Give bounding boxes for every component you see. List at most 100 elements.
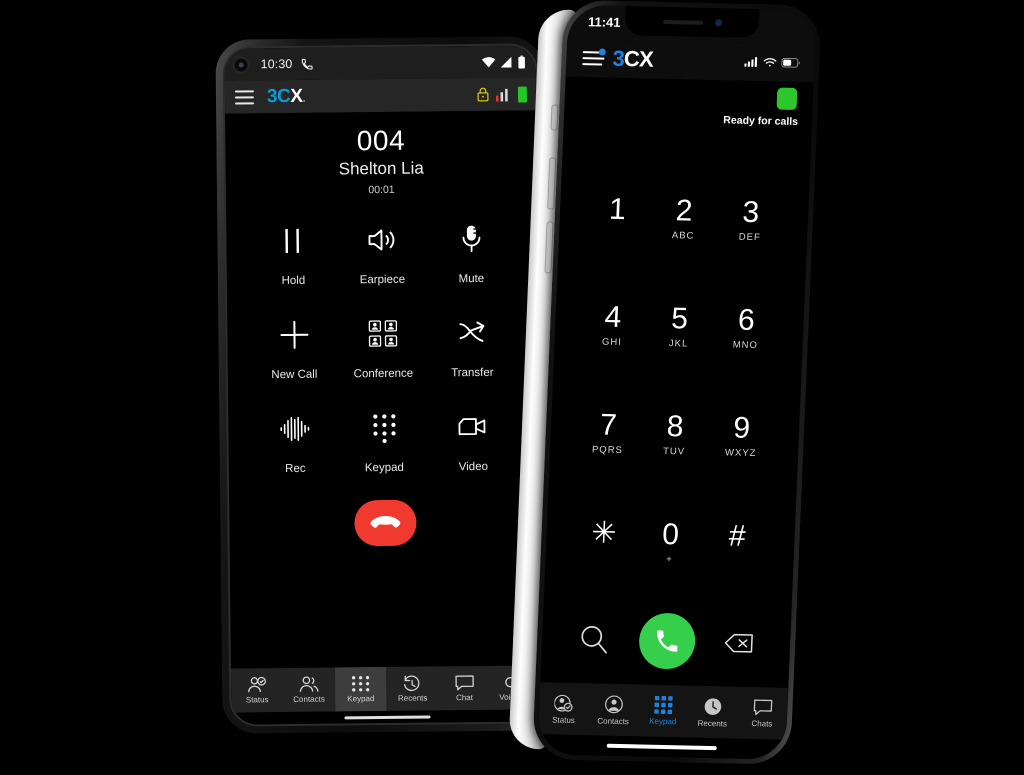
android-phone-device: 10:30 3CX. 004 Shelton Lia 00:01 Hold Ea… [215, 36, 551, 734]
dialpad-key-5[interactable]: 5 JKL [644, 273, 715, 382]
iphone-status-bar: 11:41 [567, 4, 817, 45]
dialpad-key-8[interactable]: 8 TUV [639, 381, 710, 490]
tab-label: Status [552, 714, 576, 725]
tab-contacts[interactable]: Contacts [283, 668, 335, 713]
key-digit: 6 [737, 303, 756, 338]
tab-recents[interactable]: Recents [386, 666, 438, 711]
tab-chat[interactable]: Chat [438, 666, 490, 711]
dialpad-key-0[interactable]: 0 + [635, 488, 706, 597]
key-letters: MNO [732, 339, 759, 352]
tab-status[interactable]: Status [231, 668, 283, 713]
iphone-action-row [540, 594, 792, 688]
waveform-record-icon [279, 409, 311, 449]
tab-label: Chat [455, 693, 473, 703]
tab-label: Recents [697, 718, 728, 728]
logo-blue-part: 3C [266, 85, 291, 108]
notch-dynamic-island [624, 6, 760, 39]
call-button[interactable] [637, 612, 697, 670]
call-header: 004 Shelton Lia 00:01 [225, 110, 537, 198]
key-letters: DEF [738, 231, 762, 244]
hamburger-menu-icon[interactable] [234, 89, 255, 105]
android-screen: 10:30 3CX. 004 Shelton Lia 00:01 Hold Ea… [222, 43, 545, 727]
3cx-logo: 3CX. [266, 85, 306, 108]
hamburger-menu-icon[interactable] [582, 48, 606, 66]
call-duration: 00:01 [368, 184, 395, 197]
control-hold[interactable]: Hold [248, 221, 338, 288]
tab-keypad[interactable]: Keypad [638, 695, 689, 726]
cellular-signal-icon [500, 56, 513, 68]
cellular-signal-icon [744, 57, 758, 67]
pause-icon [280, 221, 306, 261]
iphone-status-time: 11:41 [587, 14, 621, 30]
call-contact-name: Shelton Lia [338, 158, 424, 179]
control-label: Mute [458, 273, 485, 286]
iphone-body: 11:41 3CX Ready for calls 1 2 ABC 3 DEF … [532, 0, 822, 765]
tab-label: Status [245, 695, 269, 705]
dialpad-icon [371, 408, 397, 448]
control-keypad[interactable]: Keypad [339, 408, 429, 475]
tab-recents[interactable]: Recents [687, 696, 738, 728]
status-badge[interactable] [776, 87, 798, 110]
key-letters: + [666, 554, 674, 566]
iphone-device: 11:41 3CX Ready for calls 1 2 ABC 3 DEF … [508, 0, 822, 769]
tab-label: Chats [751, 718, 773, 729]
call-number: 004 [356, 124, 406, 157]
control-conference[interactable]: Conference [338, 314, 428, 381]
logo-white-part: CX [623, 46, 654, 72]
call-quality-bars-icon [495, 87, 511, 101]
control-earpiece[interactable]: Earpiece [337, 220, 427, 287]
tab-keypad[interactable]: Keypad [334, 666, 387, 712]
key-letters [603, 553, 604, 565]
control-transfer[interactable]: Transfer [427, 313, 517, 380]
tab-status[interactable]: Status [539, 693, 590, 725]
iphone-dialpad: 1 2 ABC 3 DEF 4 GHI 5 JKL 6 MNO 7 PQRS 8 TUV 9 W… [544, 135, 811, 600]
front-camera-icon [232, 55, 250, 74]
control-mute[interactable]: Mute [426, 219, 516, 286]
backspace-icon[interactable] [723, 631, 754, 655]
microphone-icon [460, 219, 482, 259]
key-digit: ✳ [590, 516, 618, 550]
iphone-screen: 11:41 3CX Ready for calls 1 2 ABC 3 DEF … [537, 4, 817, 760]
front-camera-icon [714, 19, 722, 27]
key-digit: 8 [666, 410, 685, 444]
control-label: Video [458, 461, 489, 474]
dialpad-key-star[interactable]: ✳ [568, 487, 639, 596]
end-call-wrapper [229, 499, 540, 548]
presence-status-text: Ready for calls [723, 114, 799, 128]
transfer-arrow-icon [457, 313, 487, 353]
dialpad-key-9[interactable]: 9 WXYZ [706, 382, 777, 491]
search-icon[interactable] [578, 623, 611, 656]
iphone-home-indicator [537, 734, 787, 760]
tab-chats[interactable]: Chats [737, 698, 788, 729]
dialpad-key-hash[interactable]: # [701, 490, 772, 599]
key-digit: # [728, 519, 747, 553]
mute-switch-button[interactable] [550, 104, 559, 131]
dialpad-key-3[interactable]: 3 DEF [715, 166, 786, 275]
logo-white-part: X [290, 85, 303, 107]
key-letters: PQRS [591, 444, 624, 457]
wifi-icon [763, 57, 777, 67]
dialpad-key-2[interactable]: 2 ABC [648, 165, 719, 274]
dialpad-key-7[interactable]: 7 PQRS [573, 379, 644, 488]
android-in-call-screen: 004 Shelton Lia 00:01 Hold Earpiece Mute… [225, 110, 543, 725]
end-call-button[interactable] [353, 500, 417, 547]
control-new-call[interactable]: New Call [249, 315, 339, 382]
dialpad-key-1[interactable]: 1 [582, 163, 653, 272]
key-digit: 2 [675, 194, 694, 228]
key-letters: GHI [601, 336, 623, 349]
earpiece-speaker-icon [662, 19, 703, 25]
control-label: Transfer [451, 367, 494, 380]
key-letters: JKL [668, 338, 689, 350]
tab-contacts[interactable]: Contacts [588, 694, 639, 726]
control-rec[interactable]: Rec [250, 409, 340, 476]
android-status-time: 10:30 [260, 56, 293, 72]
key-digit: 0 [661, 517, 680, 552]
dialpad-key-6[interactable]: 6 MNO [710, 274, 781, 383]
control-video[interactable]: Video [428, 407, 518, 474]
control-label: Earpiece [359, 274, 406, 287]
iphone-presence-row: Ready for calls [563, 76, 814, 141]
speaker-icon [366, 220, 398, 260]
dialpad-key-4[interactable]: 4 GHI [577, 271, 648, 380]
key-digit: 9 [732, 411, 751, 445]
key-digit: 5 [670, 302, 689, 336]
